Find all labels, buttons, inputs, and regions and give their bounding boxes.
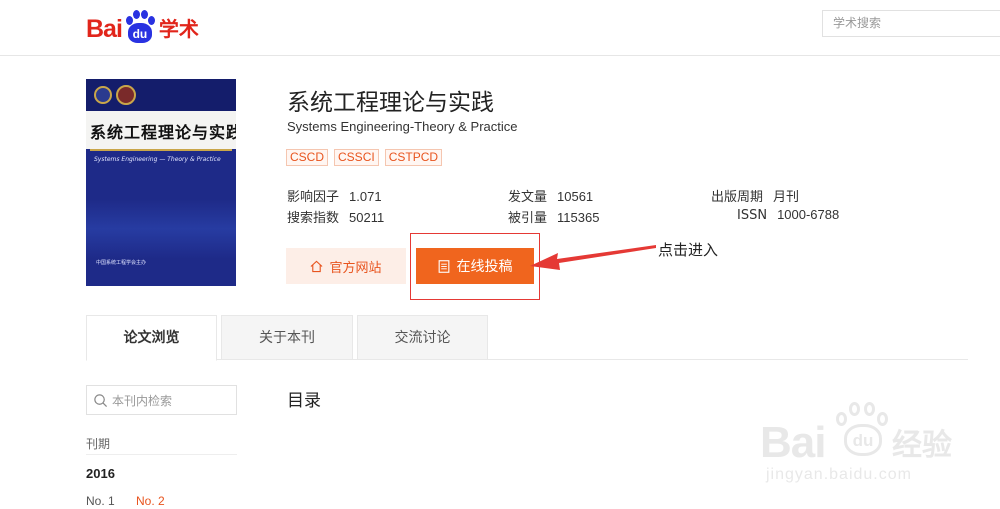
tab-bar: 论文浏览 关于本刊 交流讨论	[86, 315, 968, 361]
stat-search-index: 搜索指数 50211	[287, 210, 385, 226]
issue-link-1[interactable]: No. 1	[86, 494, 115, 508]
cover-subtitle: Systems Engineering — Theory & Practice	[94, 156, 221, 163]
index-tags: CSCD CSSCI CSTPCD	[286, 149, 443, 166]
watermark-latin: Bai	[760, 418, 826, 467]
online-submit-button[interactable]: 在线投稿	[416, 248, 534, 284]
paw-icon: du	[834, 402, 890, 460]
baidu-xueshu-logo[interactable]: Bai du 学术	[86, 10, 199, 44]
year-heading[interactable]: 2016	[86, 466, 115, 481]
top-header: Bai du 学术 学术搜索	[0, 0, 1000, 56]
tab-discuss[interactable]: 交流讨论	[357, 315, 488, 360]
search-icon	[94, 393, 108, 407]
issue-link-2[interactable]: No. 2	[136, 494, 165, 508]
logo-paw-text: du	[127, 23, 152, 43]
logo-latin: Bai	[86, 15, 123, 43]
journal-title: 系统工程理论与实践	[287, 90, 494, 116]
cover-title: 系统工程理论与实践	[90, 123, 236, 142]
stat-issn: ISSN 1000-6788	[737, 207, 840, 223]
emblem-icon	[94, 86, 112, 104]
online-submit-label: 在线投稿	[456, 259, 513, 275]
watermark-paw-text: du	[844, 424, 882, 456]
period-label: 刊期	[86, 437, 111, 451]
journal-search-placeholder: 本刊内检索	[112, 393, 173, 408]
tag-cstpcd: CSTPCD	[384, 149, 443, 166]
tag-cssci: CSSCI	[334, 149, 379, 166]
official-site-button[interactable]: 官方网站	[286, 248, 406, 284]
journal-title-en: Systems Engineering-Theory & Practice	[287, 119, 518, 134]
scholar-search-input[interactable]: 学术搜索	[822, 10, 1000, 37]
tab-about[interactable]: 关于本刊	[221, 315, 353, 360]
toc-heading: 目录	[287, 391, 321, 411]
divider	[86, 454, 237, 455]
stat-cycle: 出版周期 月刊	[711, 189, 800, 205]
annotation-arrow-icon	[530, 245, 656, 270]
cover-publisher: 中国系统工程学会主办	[96, 260, 147, 266]
document-icon	[438, 259, 449, 273]
stat-cited: 被引量 115365	[508, 210, 600, 226]
tab-browse[interactable]: 论文浏览	[86, 315, 217, 361]
logo-cn: 学术	[158, 17, 199, 41]
journal-cover-image: 系统工程理论与实践 Systems Engineering — Theory &…	[86, 79, 236, 286]
paw-icon: du	[123, 10, 157, 44]
tag-cscd: CSCD	[286, 149, 329, 166]
official-site-label: 官方网站	[329, 260, 382, 276]
baidu-jingyan-watermark: Bai du 经验 jingyan.baidu.com	[760, 400, 990, 495]
journal-search-input[interactable]: 本刊内检索	[86, 385, 237, 415]
home-icon	[311, 260, 323, 272]
annotation-text: 点击进入	[658, 241, 719, 259]
stat-articles: 发文量 10561	[508, 189, 594, 205]
watermark-cn: 经验	[892, 428, 952, 463]
emblem-icon	[116, 85, 136, 105]
stat-impact: 影响因子 1.071	[287, 189, 382, 205]
watermark-url: jingyan.baidu.com	[766, 466, 912, 483]
